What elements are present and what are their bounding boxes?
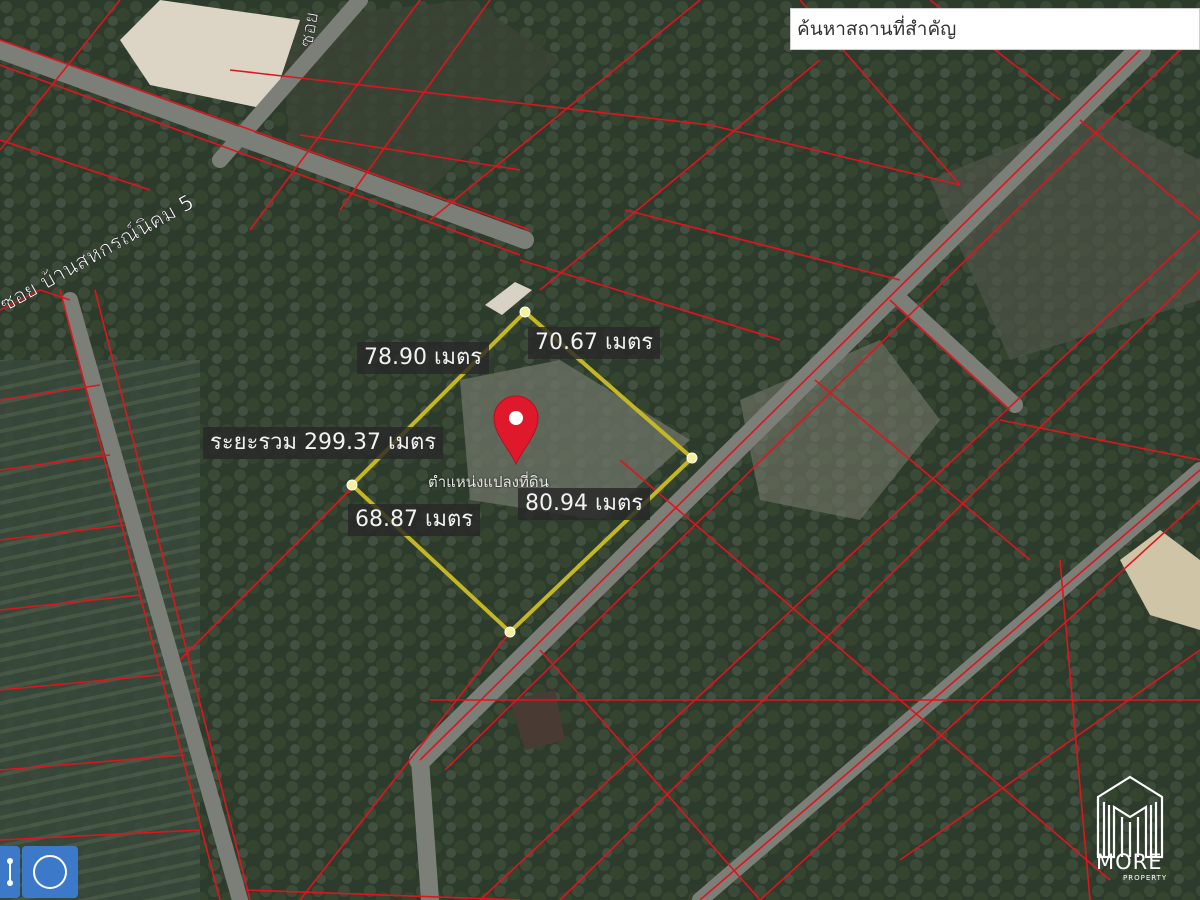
measurement-side-nw: 78.90 เมตร (357, 342, 490, 374)
line-draw-button[interactable] (0, 846, 20, 898)
measurement-side-sw: 68.87 เมตร (348, 504, 481, 536)
vertex-north (519, 306, 531, 318)
vertex-east (686, 452, 698, 464)
vertex-west (346, 479, 358, 491)
line-draw-icon (7, 858, 13, 886)
measurement-total: ระยะรวม 299.37 เมตร (203, 427, 444, 459)
logo-wordmark: MORE (1096, 850, 1163, 874)
measurement-side-se: 80.94 เมตร (518, 488, 651, 520)
satellite-map[interactable]: ซอย บ้านสหกรณ์นิคม 5 ซอย (0, 0, 1200, 900)
circle-draw-button[interactable] (22, 846, 78, 898)
logo-subtitle: PROPERTY (1123, 874, 1168, 882)
circle-draw-icon (33, 855, 67, 889)
vertex-south (504, 626, 516, 638)
search-input[interactable] (790, 8, 1200, 50)
measurement-side-ne: 70.67 เมตร (528, 327, 661, 359)
